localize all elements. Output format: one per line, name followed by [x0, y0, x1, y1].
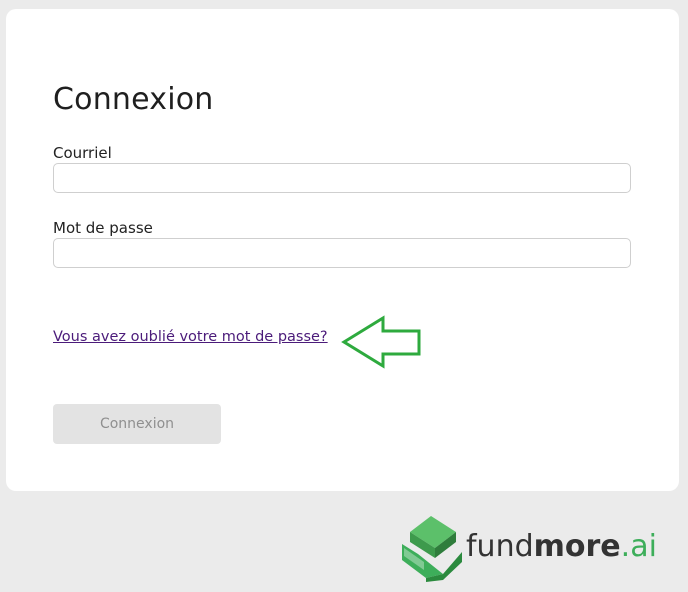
page-title: Connexion: [53, 82, 214, 117]
email-field[interactable]: [53, 163, 631, 193]
fundmore-logo: fundmore.ai: [396, 512, 686, 582]
forgot-password-link[interactable]: Vous avez oublié votre mot de passe?: [53, 327, 328, 347]
brand-name-light: fund: [466, 529, 534, 564]
fundmore-logo-icon: [402, 516, 462, 582]
login-button[interactable]: Connexion: [53, 404, 221, 444]
brand-name: fundmore.ai: [466, 528, 657, 566]
login-card: Connexion Courriel Mot de passe Vous ave…: [6, 9, 679, 491]
password-field[interactable]: [53, 238, 631, 268]
brand-name-bold: more: [533, 529, 621, 564]
brand-name-suffix: .ai: [620, 529, 657, 564]
email-label: Courriel: [53, 144, 112, 162]
password-label: Mot de passe: [53, 219, 153, 237]
left-arrow-icon: [341, 315, 421, 369]
